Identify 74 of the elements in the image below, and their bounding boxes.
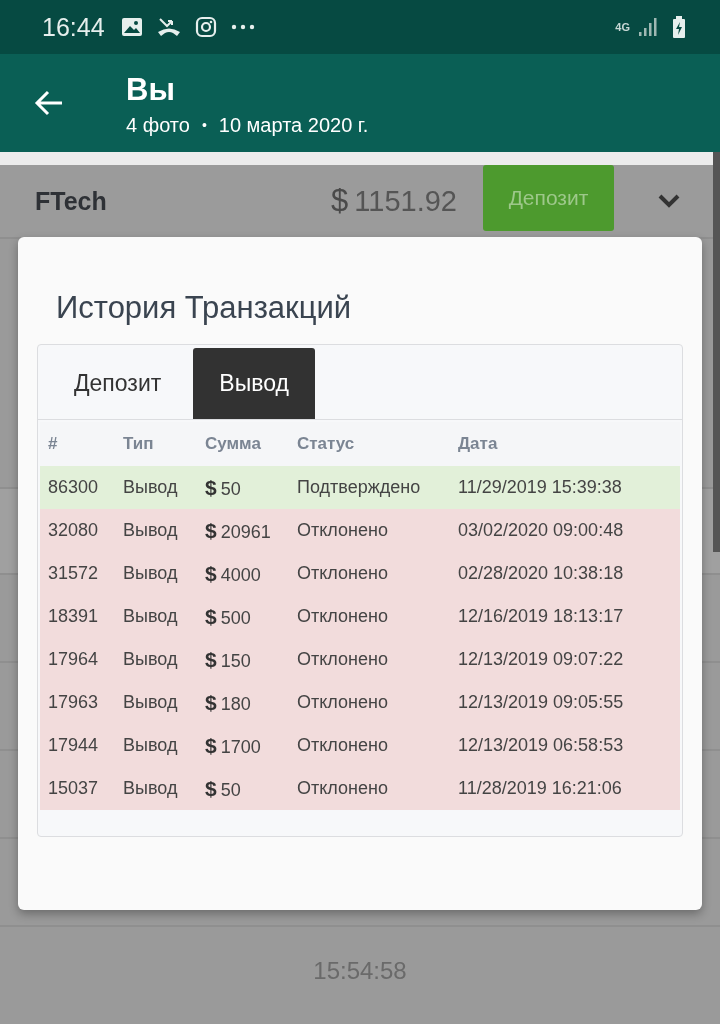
image-icon [120, 17, 143, 37]
table-cell-text: 12/13/2019 06:58:53 [458, 735, 625, 756]
table-cell-text: 32080 [47, 520, 100, 541]
table-cell-text: 11/28/2019 16:21:06 [458, 778, 623, 799]
table-cell: 50 [220, 478, 241, 499]
currency-sign: $ [205, 604, 217, 628]
table-cell-text: 03/02/2020 09:00:48 [458, 520, 625, 541]
column-header: Сумма [205, 434, 262, 454]
table-cell-text: 17944 [47, 735, 100, 756]
table-cell-text: 18391 [47, 606, 100, 627]
balance-amount: 1151.92 [354, 184, 457, 218]
currency-sign: $ [205, 690, 217, 714]
table-cell-text: Вывод [123, 477, 179, 498]
photo-count: 4 фото [126, 113, 190, 137]
tab[interactable]: Вывод [193, 348, 315, 419]
table-cell-text: 15037 [47, 778, 100, 799]
table-cell-text: 17963 [47, 692, 100, 713]
table-cell-text: Вывод [123, 692, 179, 713]
table-cell: 50 [220, 779, 241, 800]
chat-title: Вы [126, 71, 176, 108]
currency-sign: $ [205, 733, 217, 757]
table-cell-text: 12/13/2019 09:05:55 [458, 692, 625, 713]
table-cell-text: Вывод [123, 606, 179, 627]
dialog-title: История Транзакций [56, 290, 353, 326]
table-cell-text: Вывод [123, 735, 179, 756]
signal-icon [638, 17, 658, 37]
table-cell: 20961 [220, 521, 271, 542]
table-cell-text: Отклонено [297, 735, 389, 756]
table-cell-text: 02/28/2020 10:38:18 [458, 563, 625, 584]
currency-sign: $ [205, 776, 217, 800]
photo-date: 10 марта 2020 г. [218, 113, 369, 137]
table-cell-text: Подтверждено [297, 477, 422, 498]
column-header: Дата [458, 434, 499, 454]
table-cell-text: Отклонено [297, 692, 389, 713]
table-cell-text: Отклонено [297, 778, 389, 799]
missed-call-icon [156, 17, 181, 37]
table-cell: 4000 [220, 564, 261, 585]
table-cell-text: 12/16/2019 18:13:17 [458, 606, 625, 627]
brand-name: FTech [35, 186, 107, 216]
table-cell-text: 17964 [47, 649, 100, 670]
battery-icon [672, 16, 686, 38]
table-cell: 180 [220, 693, 251, 714]
camera-icon [194, 16, 217, 38]
table-cell-text: Вывод [123, 563, 179, 584]
table-cell-text: 31572 [47, 563, 100, 584]
tab[interactable]: Депозит [48, 348, 188, 419]
table-cell-text: Вывод [123, 649, 179, 670]
back-arrow-icon[interactable] [34, 90, 64, 116]
column-header: # [47, 434, 59, 454]
table-cell-text: Отклонено [297, 520, 389, 541]
currency-sign: $ [205, 647, 217, 671]
column-header: Статус [297, 434, 356, 454]
table-cell-text: Отклонено [297, 563, 389, 584]
currency-sign: $ [331, 183, 349, 219]
table-cell-text: 12/13/2019 09:07:22 [458, 649, 625, 670]
currency-sign: $ [205, 475, 217, 499]
table-cell-text: 11/29/2019 15:39:38 [458, 477, 623, 498]
network-type: 4G [615, 21, 630, 33]
separator-dot: • [201, 117, 207, 133]
table-cell-text: Вывод [123, 778, 179, 799]
table-cell-text: Отклонено [297, 649, 389, 670]
scrollbar[interactable] [713, 152, 720, 552]
table-cell: 1700 [220, 736, 261, 757]
table-cell-text: 86300 [47, 477, 100, 498]
table-cell: 150 [220, 650, 251, 671]
table-cell: 500 [220, 607, 251, 628]
currency-sign: $ [205, 518, 217, 542]
status-time: 16:44 [42, 12, 105, 42]
table-cell-text: Отклонено [297, 606, 389, 627]
table-cell-text: Вывод [123, 520, 179, 541]
chevron-down-icon[interactable] [658, 194, 680, 208]
column-header: Тип [123, 434, 155, 454]
more-icon [230, 24, 255, 30]
currency-sign: $ [205, 561, 217, 585]
